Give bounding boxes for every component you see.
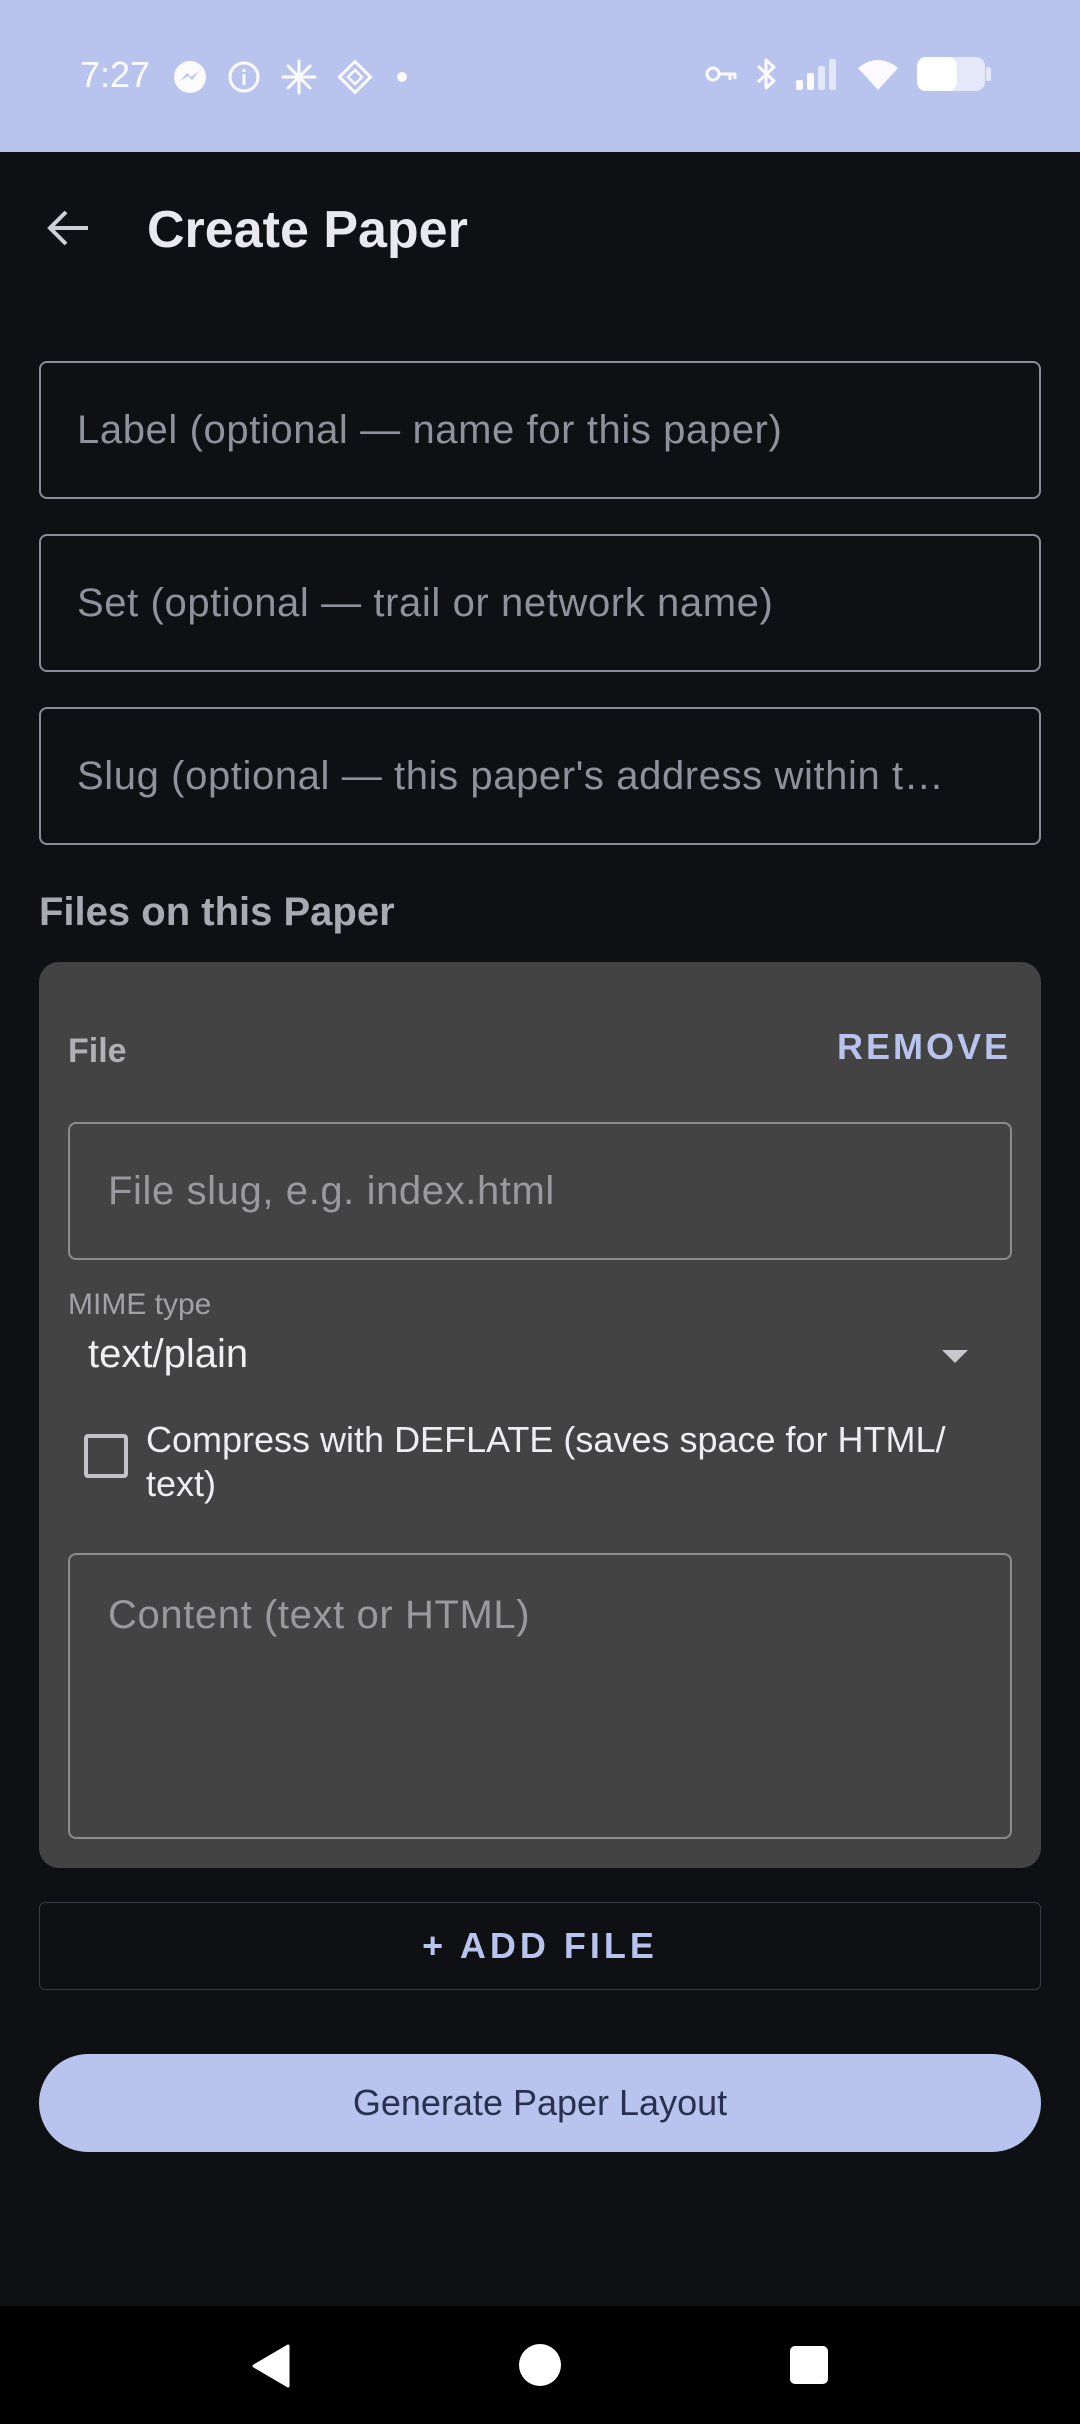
file-slug-input[interactable]	[108, 1168, 972, 1214]
page-title: Create Paper	[147, 201, 468, 259]
diamond-icon	[337, 59, 373, 95]
back-button[interactable]	[36, 196, 100, 260]
label-input[interactable]	[77, 407, 1003, 453]
files-section-title: Files on this Paper	[39, 890, 395, 934]
messenger-icon	[174, 61, 206, 93]
app-bar: Create Paper	[0, 152, 1080, 312]
slug-input[interactable]	[77, 753, 1003, 799]
battery-icon	[917, 57, 991, 91]
bluetooth-icon	[756, 58, 776, 90]
info-icon	[228, 61, 260, 93]
status-time: 7:27	[80, 54, 151, 95]
mime-type-value: text/plain	[88, 1332, 249, 1376]
sparkle-icon	[281, 59, 317, 95]
nav-recents-icon[interactable]	[790, 2346, 828, 2384]
wifi-icon	[858, 60, 898, 90]
system-icons	[704, 56, 992, 92]
add-file-button[interactable]: + ADD FILE	[39, 1902, 1041, 1990]
nav-back-icon[interactable]	[250, 2344, 290, 2388]
system-nav-bar	[0, 2306, 1080, 2424]
label-field[interactable]	[39, 361, 1041, 499]
content-textarea[interactable]	[108, 1555, 972, 1837]
dropdown-arrow-icon	[942, 1350, 968, 1363]
nav-home-icon[interactable]	[519, 2344, 561, 2386]
file-heading: File	[68, 1032, 127, 1070]
generate-paper-layout-button[interactable]: Generate Paper Layout	[39, 2054, 1041, 2152]
mime-type-select[interactable]: text/plain	[68, 1322, 1012, 1392]
compress-label: Compress with DEFLATE (saves space for H…	[146, 1419, 946, 1504]
set-input[interactable]	[77, 580, 1003, 626]
remove-file-button[interactable]: REMOVE	[837, 1026, 1011, 1068]
mime-type-label: MIME type	[68, 1288, 212, 1321]
file-slug-field[interactable]	[68, 1122, 1012, 1260]
file-card: File REMOVE MIME type text/plain Compres…	[39, 962, 1041, 1868]
set-field[interactable]	[39, 534, 1041, 672]
compress-checkbox[interactable]	[84, 1434, 128, 1478]
dot-icon	[397, 72, 407, 82]
signal-icon	[796, 59, 836, 90]
vpn-key-icon	[705, 66, 737, 82]
notification-icons	[172, 58, 412, 96]
status-bar: 7:27	[0, 0, 1080, 152]
arrow-left-icon	[47, 210, 88, 246]
slug-field[interactable]	[39, 707, 1041, 845]
content-field[interactable]	[68, 1553, 1012, 1839]
